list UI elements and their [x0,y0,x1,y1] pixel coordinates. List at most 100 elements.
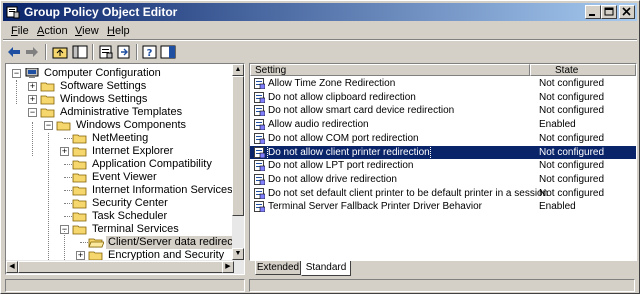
folder-icon [72,134,87,144]
show-hide-tree-button[interactable] [71,43,89,61]
tree-item-task-scheduler[interactable]: Task Scheduler [6,210,234,223]
view-tabs: Extended Standard [249,261,637,277]
minimize-button[interactable] [585,5,601,19]
tree-item-encryption-and-security[interactable]: + Encryption and Security [6,249,234,260]
setting-row[interactable]: Do not allow client printer redirection N… [250,144,636,160]
minimize-icon [589,14,595,16]
tree-item-application-compatibility[interactable]: Application Compatibility [6,158,234,171]
setting-state: Not configured [539,91,605,103]
setting-name: Do not allow clipboard redirection [268,91,416,103]
tree-item-windows-settings[interactable]: + Windows Settings [6,93,234,106]
setting-row[interactable]: Do not set default client printer to be … [250,187,636,200]
setting-row[interactable]: Allow audio redirection Enabled [250,118,636,131]
setting-name: Allow Time Zone Redirection [268,78,396,89]
tree-item-administrative-templates[interactable]: − Administrative Templates [6,106,234,119]
menu-view[interactable]: View [75,25,99,37]
tree-hscroll-thumb[interactable] [18,261,223,273]
menu-help[interactable]: Help [107,25,130,37]
console-tree-pane[interactable]: − Computer Configuration + Software Setting… [5,63,245,275]
setting-state: Not configured [539,146,605,158]
export-list-button[interactable] [115,43,133,61]
setting-row[interactable]: Terminal Server Fallback Printer Driver … [250,200,636,213]
expand-icon[interactable]: + [28,95,37,104]
tree-scroll-left-button[interactable]: ◀ [6,261,18,273]
forward-button[interactable] [23,43,41,61]
tree-connector-line [64,229,65,260]
window-title: Group Policy Object Editor [24,5,178,19]
folder-icon [72,173,87,183]
maximize-icon [604,7,614,16]
title-bar[interactable]: Group Policy Object Editor [3,3,637,21]
state-column-header[interactable]: State [530,64,636,76]
setting-row[interactable]: Do not allow drive redirection Not config… [250,173,636,186]
tree-item-netmeeting[interactable]: NetMeeting [6,132,234,145]
tree-scroll-up-button[interactable]: ▲ [232,64,244,76]
setting-name: Do not allow drive redirection [268,173,397,185]
tree-item-computer-configuration[interactable]: − Computer Configuration [6,67,234,80]
tree-horizontal-scrollbar[interactable]: ◀ ▶ [6,260,244,274]
tree-scroll-thumb[interactable] [232,76,244,216]
tree-item-internet-explorer[interactable]: + Internet Explorer [6,145,234,158]
folder-icon [40,108,55,118]
policy-setting-icon [254,201,265,213]
show-pane-icon [160,45,176,59]
setting-state: Not configured [539,78,605,89]
policy-setting-icon [254,119,265,131]
tree-item-terminal-services[interactable]: − Terminal Services [6,223,234,236]
setting-state: Not configured [539,187,605,199]
policy-setting-icon [254,91,265,103]
tree-item-event-viewer[interactable]: Event Viewer [6,171,234,184]
tree-item-software-settings[interactable]: + Software Settings [6,80,234,93]
toolbar: ? [3,41,637,63]
setting-state: Enabled [539,119,576,131]
collapse-icon[interactable]: − [28,108,37,117]
tree-item-internet-information-services[interactable]: Internet Information Services [6,184,234,197]
tree-item-windows-components[interactable]: − Windows Components [6,119,234,132]
setting-row[interactable]: Allow Time Zone Redirection Not configure… [250,77,636,90]
help-button[interactable]: ? [141,43,159,61]
tree-connector-line [64,177,72,178]
toolbar-separator [45,44,47,60]
show-pane-button[interactable] [159,43,177,61]
settings-list-pane[interactable]: Setting State Allow Time Zone Redirectio… [249,63,637,261]
properties-icon [99,45,113,59]
tab-extended[interactable]: Extended [255,261,301,275]
expand-icon[interactable]: + [76,251,85,260]
collapse-icon[interactable]: − [12,69,21,78]
setting-column-header[interactable]: Setting [250,64,530,76]
menu-file[interactable]: File [11,25,29,37]
setting-row[interactable]: Do not allow smart card device redirecti… [250,104,636,117]
menu-action[interactable]: Action [37,25,68,37]
close-button[interactable] [619,5,635,19]
maximize-button[interactable] [601,5,617,19]
up-one-level-button[interactable] [51,43,69,61]
setting-row[interactable]: Do not allow clipboard redirection Not co… [250,91,636,104]
tree-item-security-center[interactable]: Security Center [6,197,234,210]
tab-standard[interactable]: Standard [301,261,351,276]
help-icon: ? [142,45,157,59]
toolbar-separator-3 [136,44,138,60]
tree-connector-line [64,216,72,217]
menu-view-rest: iew [82,25,99,37]
menu-file-key: F [11,25,18,37]
properties-button[interactable] [97,43,115,61]
expand-icon[interactable]: + [60,147,69,156]
setting-row[interactable]: Do not allow COM port redirection Not con… [250,132,636,145]
tree-connector-line [64,190,72,191]
policy-setting-icon [254,160,265,172]
expand-icon[interactable]: + [28,82,37,91]
export-list-icon [117,45,130,59]
folder-open-icon [88,238,104,248]
setting-row[interactable]: Do not allow LPT port redirection Not con… [250,159,636,172]
back-button[interactable] [5,43,23,61]
collapse-icon[interactable]: − [44,121,53,130]
menu-help-key: H [107,25,115,37]
tree-scroll-down-button[interactable]: ▼ [232,248,244,260]
setting-name: Do not allow client printer redirection [267,144,431,160]
menu-action-rest: ction [44,25,68,37]
tree-scroll-right-button[interactable]: ▶ [222,261,234,273]
status-cell-left [5,279,245,292]
tree-vertical-scrollbar[interactable]: ▲ ▼ [232,64,244,260]
menu-help-rest: elp [114,25,130,37]
tree-item-client-server-data-redirection[interactable]: Client/Server data redirection [6,236,234,249]
